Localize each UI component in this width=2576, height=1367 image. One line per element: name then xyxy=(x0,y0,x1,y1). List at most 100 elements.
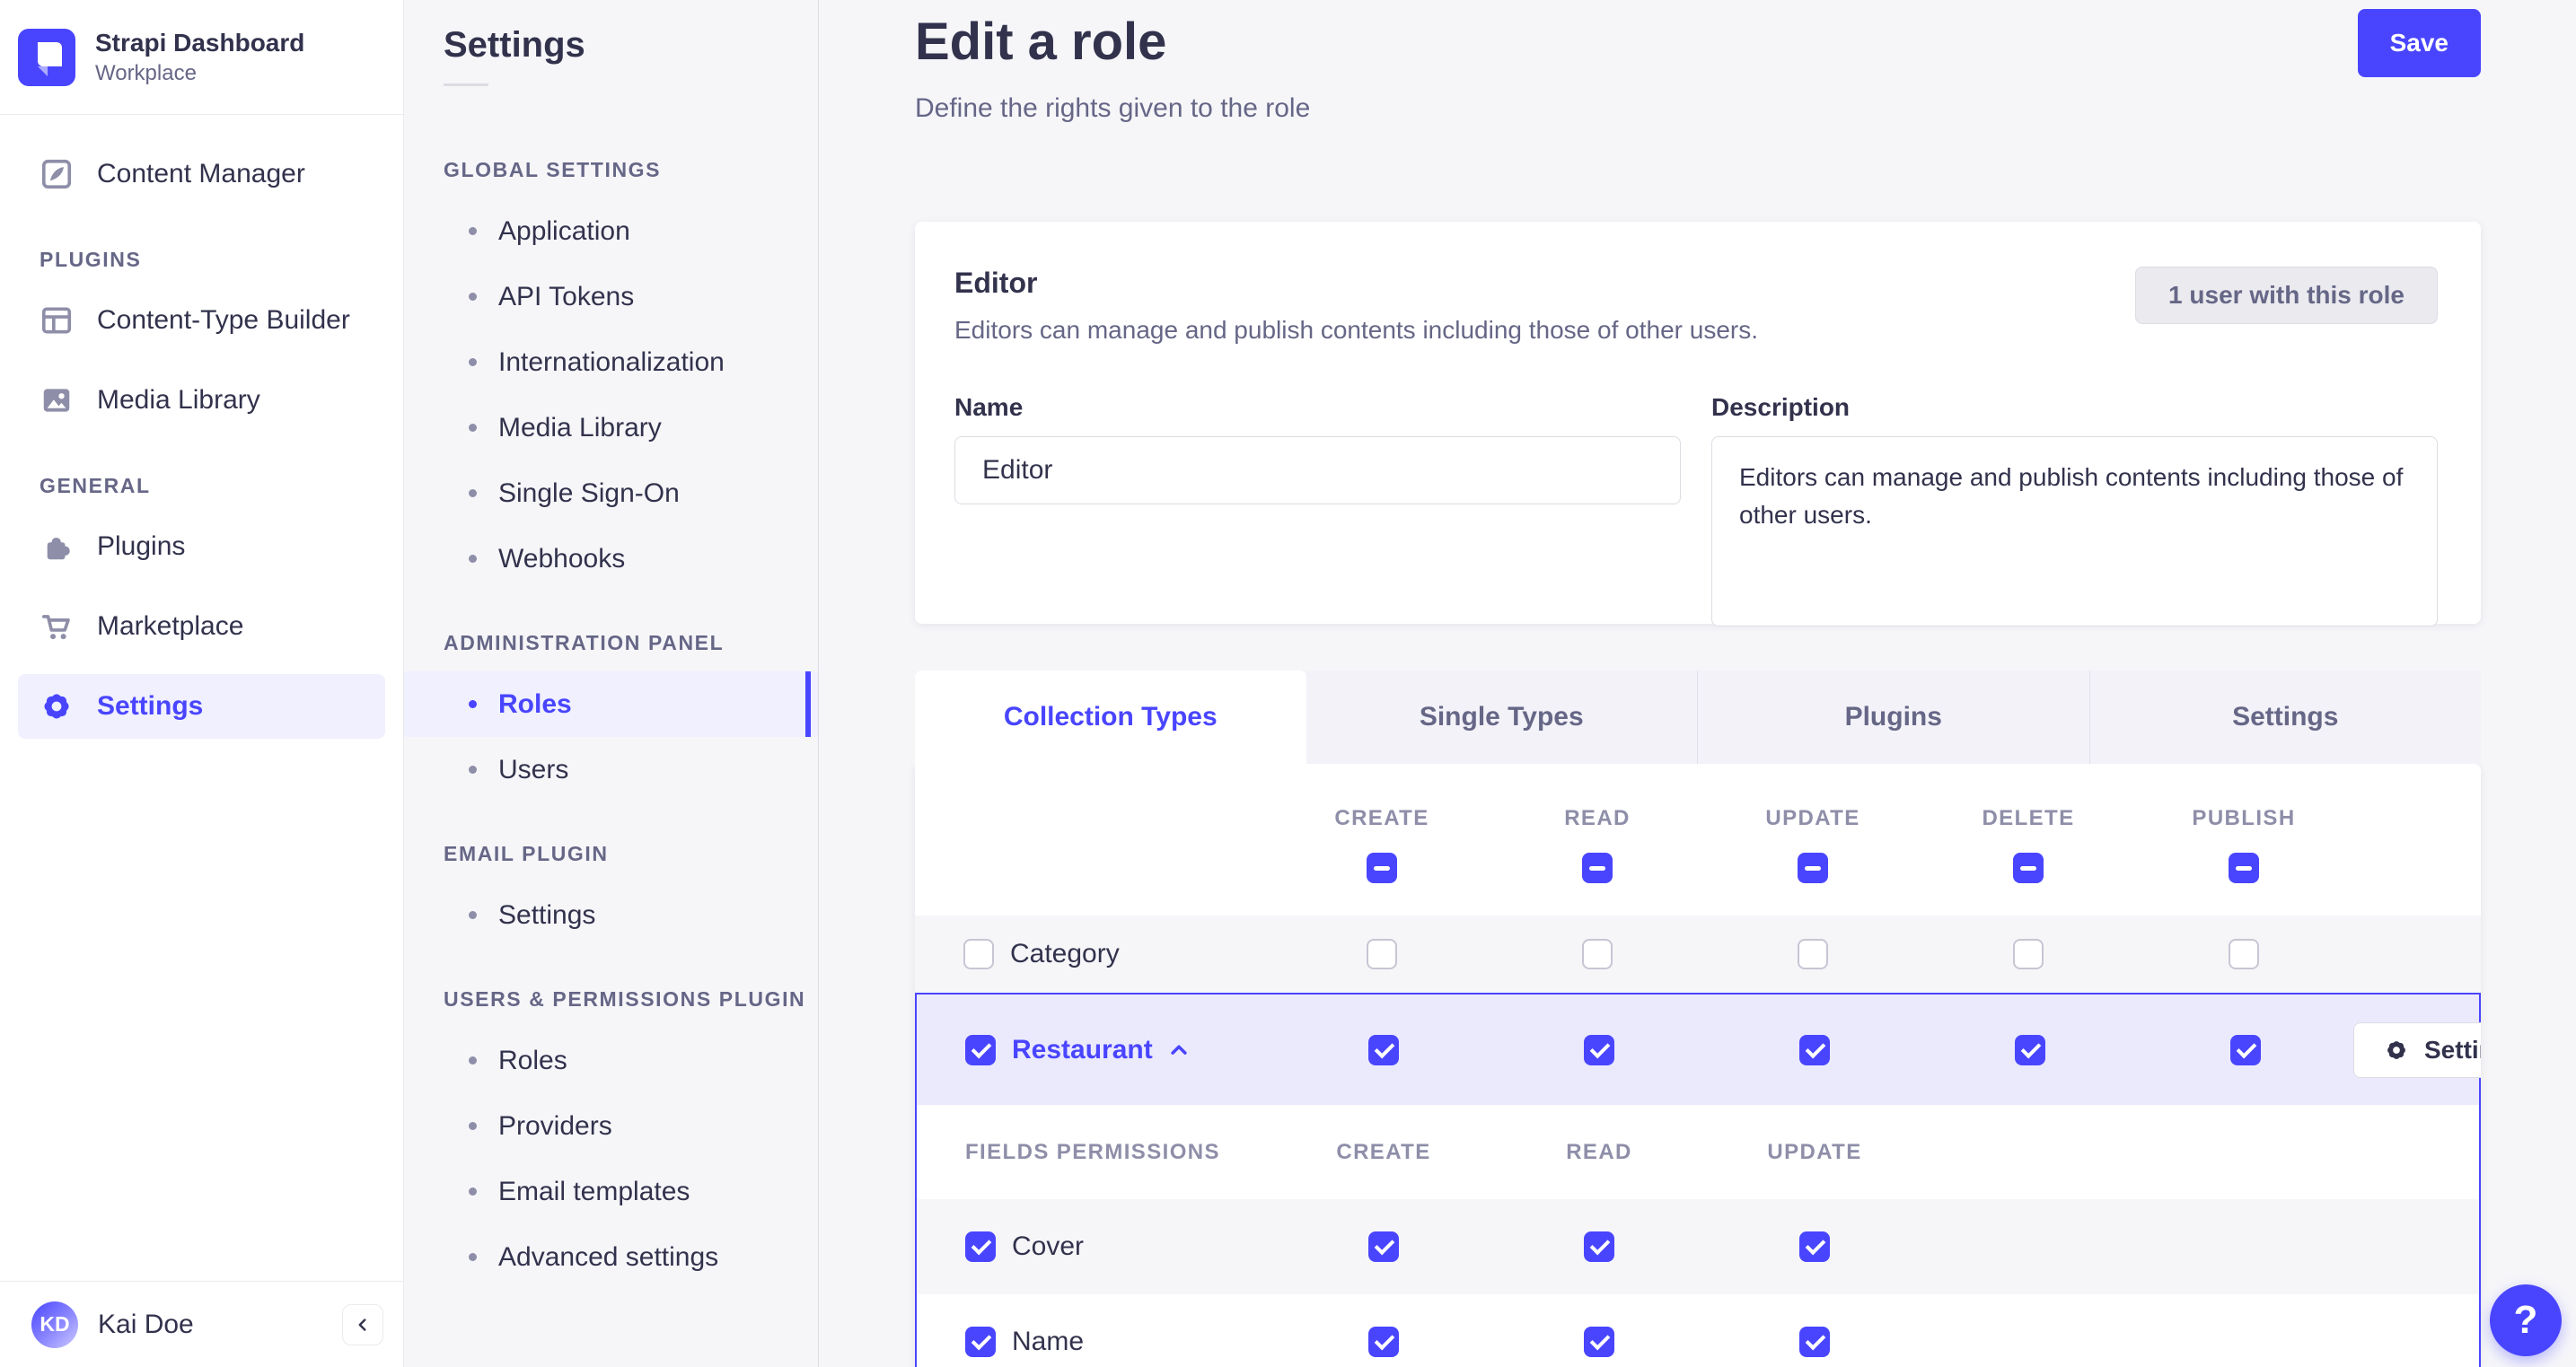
cover-read-checkbox[interactable] xyxy=(1584,1231,1614,1262)
nav-section-general: GENERAL xyxy=(40,474,151,497)
select-all-read-checkbox[interactable] xyxy=(1582,852,1613,883)
cart-icon xyxy=(40,609,74,644)
subnav-item-internationalization[interactable]: Internationalization xyxy=(404,329,818,395)
bullet-icon xyxy=(469,1122,477,1130)
category-row-checkbox[interactable] xyxy=(963,939,994,969)
gear-icon xyxy=(2383,1037,2410,1064)
sidebar-item-label: Content-Type Builder xyxy=(97,305,350,335)
sidebar-item-label: Plugins xyxy=(97,531,186,561)
sidebar-item-media-library[interactable]: Media Library xyxy=(18,368,385,433)
avatar: KD xyxy=(31,1301,78,1348)
sidebar-item-label: Content Manager xyxy=(97,159,305,188)
name-field-label: Name xyxy=(954,393,1024,421)
select-all-delete-checkbox[interactable] xyxy=(2013,852,2044,883)
permission-row-category: Category xyxy=(915,916,2481,993)
strapi-app: Strapi Dashboard Workplace Content Manag… xyxy=(0,0,2576,1367)
tab-settings[interactable]: Settings xyxy=(2088,670,2481,764)
bullet-icon xyxy=(469,1253,477,1261)
subnav-item-users[interactable]: Users xyxy=(404,737,818,802)
restaurant-settings-button[interactable]: Settings xyxy=(2353,1021,2481,1078)
category-publish-checkbox[interactable] xyxy=(2229,939,2259,969)
permissions-tabs: Collection Types Single Types Plugins Se… xyxy=(915,670,2481,764)
category-update-checkbox[interactable] xyxy=(1798,939,1828,969)
column-header-delete: DELETE xyxy=(1982,805,2075,830)
app-title: Strapi Dashboard xyxy=(95,28,305,57)
sidebar-item-settings[interactable]: Settings xyxy=(18,674,385,739)
bullet-icon xyxy=(469,911,477,919)
tab-single-types[interactable]: Single Types xyxy=(1306,670,1697,764)
subnav-item-advanced-settings[interactable]: Advanced settings xyxy=(404,1224,818,1290)
subnav-item-single-sign-on[interactable]: Single Sign-On xyxy=(404,460,818,526)
category-create-checkbox[interactable] xyxy=(1367,939,1397,969)
fields-column-read: READ xyxy=(1566,1139,1632,1164)
cover-row-checkbox[interactable] xyxy=(965,1231,996,1262)
restaurant-create-checkbox[interactable] xyxy=(1368,1034,1399,1065)
name-row-checkbox[interactable] xyxy=(965,1327,996,1357)
cover-create-checkbox[interactable] xyxy=(1368,1231,1399,1262)
role-description-textarea[interactable]: Editors can manage and publish contents … xyxy=(1711,436,2438,627)
tab-collection-types[interactable]: Collection Types xyxy=(915,670,1306,764)
restaurant-expand-toggle[interactable]: Restaurant xyxy=(1012,1035,1192,1065)
subnav-section-global-settings: GLOBAL SETTINGS xyxy=(444,158,662,181)
subnav-item-up-roles[interactable]: Roles xyxy=(404,1028,818,1093)
sidebar-item-content-manager[interactable]: Content Manager xyxy=(18,142,385,206)
collapse-sidebar-button[interactable] xyxy=(342,1303,383,1345)
tab-plugins[interactable]: Plugins xyxy=(1697,670,2089,764)
user-footer: KD Kai Doe xyxy=(0,1281,403,1367)
restaurant-delete-checkbox[interactable] xyxy=(2015,1034,2045,1065)
workspace-brand[interactable]: Strapi Dashboard Workplace xyxy=(0,0,403,115)
fields-column-create: CREATE xyxy=(1336,1139,1431,1164)
page-header: Edit a role Define the rights given to t… xyxy=(915,0,2481,222)
chevron-left-icon xyxy=(353,1315,373,1335)
sidebar-item-marketplace[interactable]: Marketplace xyxy=(18,594,385,659)
sidebar-item-plugins[interactable]: Plugins xyxy=(18,514,385,579)
subnav-item-media-library[interactable]: Media Library xyxy=(404,395,818,460)
subnav-item-api-tokens[interactable]: API Tokens xyxy=(404,264,818,329)
main-sidebar: Strapi Dashboard Workplace Content Manag… xyxy=(0,0,404,1367)
subnav-section-users-permissions-plugin: USERS & PERMISSIONS PLUGIN xyxy=(444,987,806,1011)
name-create-checkbox[interactable] xyxy=(1368,1327,1399,1357)
subnav-item-application[interactable]: Application xyxy=(404,198,818,264)
role-details-card: Editor Editors can manage and publish co… xyxy=(915,222,2481,627)
permissions-panel: CREATE READ UPDATE DELETE PUBLISH Catego… xyxy=(915,764,2481,1367)
users-with-role-button[interactable]: 1 user with this role xyxy=(2135,267,2438,324)
sidebar-item-label: Marketplace xyxy=(97,611,244,641)
field-row-name: Name xyxy=(917,1294,2479,1367)
bullet-icon xyxy=(469,766,477,774)
row-label[interactable]: Category xyxy=(1010,939,1120,969)
save-button[interactable]: Save xyxy=(2357,9,2481,77)
chevron-up-icon xyxy=(1165,1037,1192,1064)
category-delete-checkbox[interactable] xyxy=(2013,939,2044,969)
restaurant-read-checkbox[interactable] xyxy=(1584,1034,1614,1065)
subnav-item-webhooks[interactable]: Webhooks xyxy=(404,526,818,591)
fields-permissions-header: FIELDS PERMISSIONS CREATE READ UPDATE xyxy=(917,1105,2479,1199)
help-button[interactable]: ? xyxy=(2490,1284,2562,1356)
cover-update-checkbox[interactable] xyxy=(1799,1231,1830,1262)
select-all-create-checkbox[interactable] xyxy=(1367,852,1397,883)
image-icon xyxy=(40,383,74,417)
row-label: Restaurant xyxy=(1012,1034,1153,1065)
sidebar-item-content-type-builder[interactable]: Content-Type Builder xyxy=(18,288,385,353)
bullet-icon xyxy=(469,424,477,432)
role-name-input[interactable] xyxy=(954,436,1681,504)
subnav-item-email-templates[interactable]: Email templates xyxy=(404,1159,818,1224)
workspace-name: Workplace xyxy=(95,60,197,85)
restaurant-row-checkbox[interactable] xyxy=(965,1034,996,1065)
name-read-checkbox[interactable] xyxy=(1584,1327,1614,1357)
bullet-icon xyxy=(469,555,477,563)
category-read-checkbox[interactable] xyxy=(1582,939,1613,969)
restaurant-update-checkbox[interactable] xyxy=(1799,1034,1830,1065)
select-all-update-checkbox[interactable] xyxy=(1798,852,1828,883)
name-update-checkbox[interactable] xyxy=(1799,1327,1830,1357)
main-content: Edit a role Define the rights given to t… xyxy=(819,0,2576,1367)
restaurant-publish-checkbox[interactable] xyxy=(2230,1034,2261,1065)
bullet-icon xyxy=(469,227,477,235)
feather-icon xyxy=(40,157,74,191)
subnav-item-providers[interactable]: Providers xyxy=(404,1093,818,1159)
subnav-item-roles[interactable]: Roles xyxy=(404,671,818,737)
page-subtitle: Define the rights given to the role xyxy=(915,93,1311,123)
subnav-item-email-settings[interactable]: Settings xyxy=(404,882,818,948)
select-all-publish-checkbox[interactable] xyxy=(2229,852,2259,883)
column-header-read: READ xyxy=(1564,805,1631,830)
column-header-create: CREATE xyxy=(1334,805,1429,830)
